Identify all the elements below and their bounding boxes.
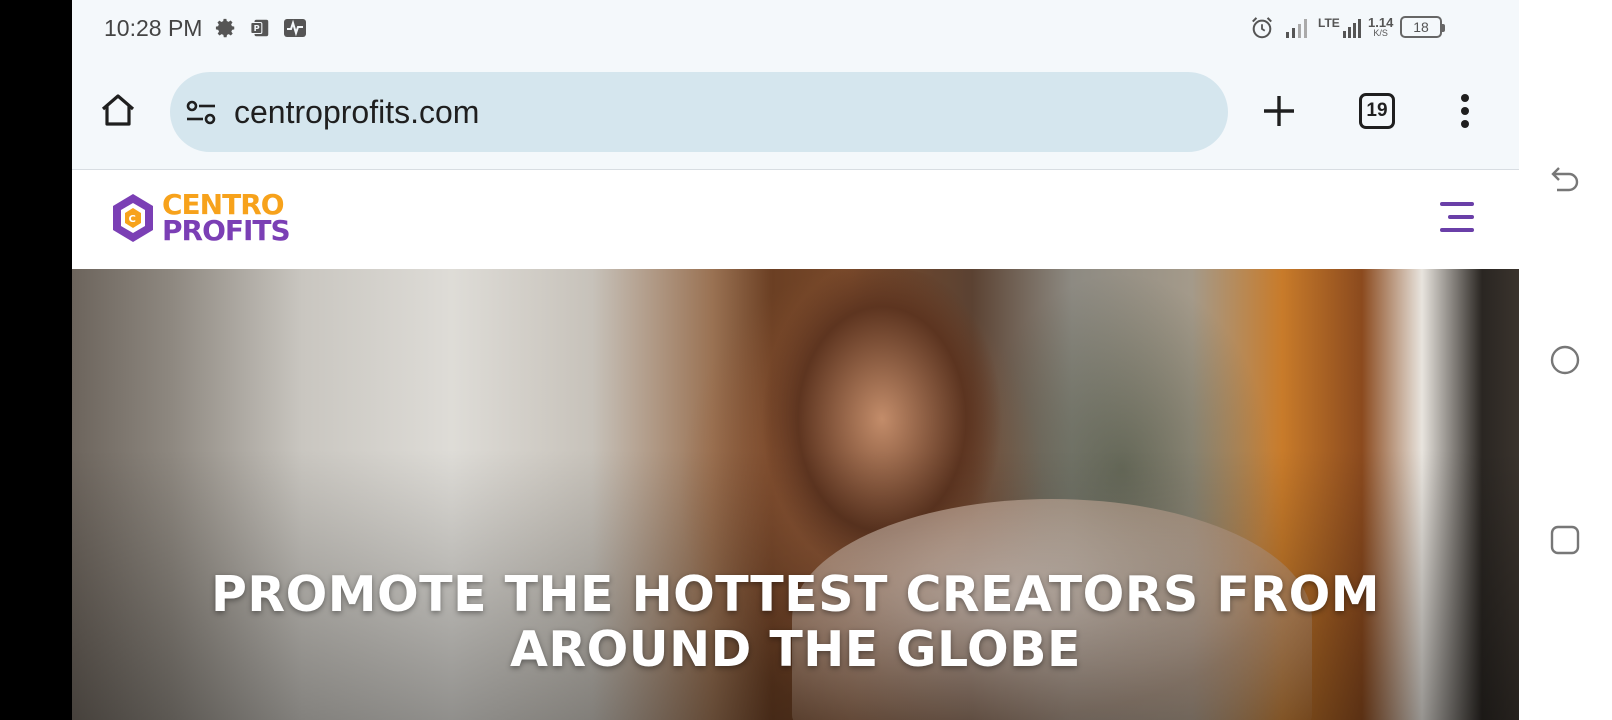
new-tab-icon [1264, 96, 1294, 126]
more-menu-icon [1461, 94, 1469, 128]
address-bar[interactable]: centroprofits.com [170, 72, 1228, 152]
recents-button[interactable] [1547, 522, 1583, 558]
new-tab-button[interactable] [1258, 90, 1300, 132]
site-logo[interactable]: C CENTRO PROFITS [110, 188, 291, 248]
home-nav-button[interactable] [1547, 342, 1583, 378]
network-type-label: LTE [1318, 16, 1340, 30]
phone-screen: 10:28 PM P LTE 1.14 K/S 18 centroprofits… [72, 0, 1519, 720]
network-speed-unit: K/S [1373, 28, 1388, 38]
back-icon [1551, 167, 1579, 192]
tab-count-label: 19 [1366, 100, 1388, 121]
home-button[interactable] [96, 88, 140, 132]
hamburger-menu-button[interactable] [1434, 200, 1474, 234]
hero-title-line2: AROUND THE GLOBE [510, 621, 1081, 678]
alarm-icon [1250, 16, 1274, 40]
tab-switcher-button[interactable]: 19 [1359, 93, 1395, 129]
battery-indicator: 18 [1400, 16, 1445, 38]
system-navigation-bar [1519, 0, 1612, 720]
site-settings-button[interactable] [184, 96, 218, 130]
status-bar: 10:28 PM P LTE 1.14 K/S 18 [72, 0, 1519, 56]
powerpoint-icon: P [248, 16, 272, 40]
hero-banner: PROMOTE THE HOTTEST CREATORS FROM AROUND… [72, 269, 1519, 720]
home-circle-icon [1550, 345, 1580, 375]
signal-icon [1284, 16, 1308, 40]
more-menu-button[interactable] [1450, 90, 1480, 132]
settings-icon [214, 16, 238, 40]
hamburger-line [1440, 202, 1474, 206]
recents-icon [1550, 525, 1580, 555]
network-speed-value: 1.14 [1368, 15, 1394, 30]
hero-title: PROMOTE THE HOTTEST CREATORS FROM AROUND… [72, 567, 1519, 677]
hamburger-line [1448, 215, 1474, 219]
left-black-border [0, 0, 72, 720]
battery-level: 18 [1413, 19, 1429, 35]
home-icon [101, 94, 135, 126]
logo-hexagon-icon: C [113, 194, 153, 242]
lte-signal-icon: LTE [1318, 12, 1364, 44]
network-speed: 1.14 K/S [1368, 12, 1393, 44]
logo-line2: PROFITS [162, 214, 291, 247]
url-text[interactable]: centroprofits.com [234, 94, 479, 131]
activity-icon [283, 16, 307, 40]
status-time: 10:28 PM [104, 15, 203, 41]
svg-text:P: P [254, 23, 260, 33]
site-header: C CENTRO PROFITS [72, 170, 1519, 269]
back-button[interactable] [1547, 162, 1583, 198]
hero-title-line1: PROMOTE THE HOTTEST CREATORS FROM [210, 566, 1381, 623]
svg-text:C: C [129, 214, 136, 225]
hamburger-line [1440, 228, 1474, 232]
site-settings-icon [186, 100, 216, 125]
browser-toolbar: centroprofits.com 19 [72, 56, 1519, 170]
